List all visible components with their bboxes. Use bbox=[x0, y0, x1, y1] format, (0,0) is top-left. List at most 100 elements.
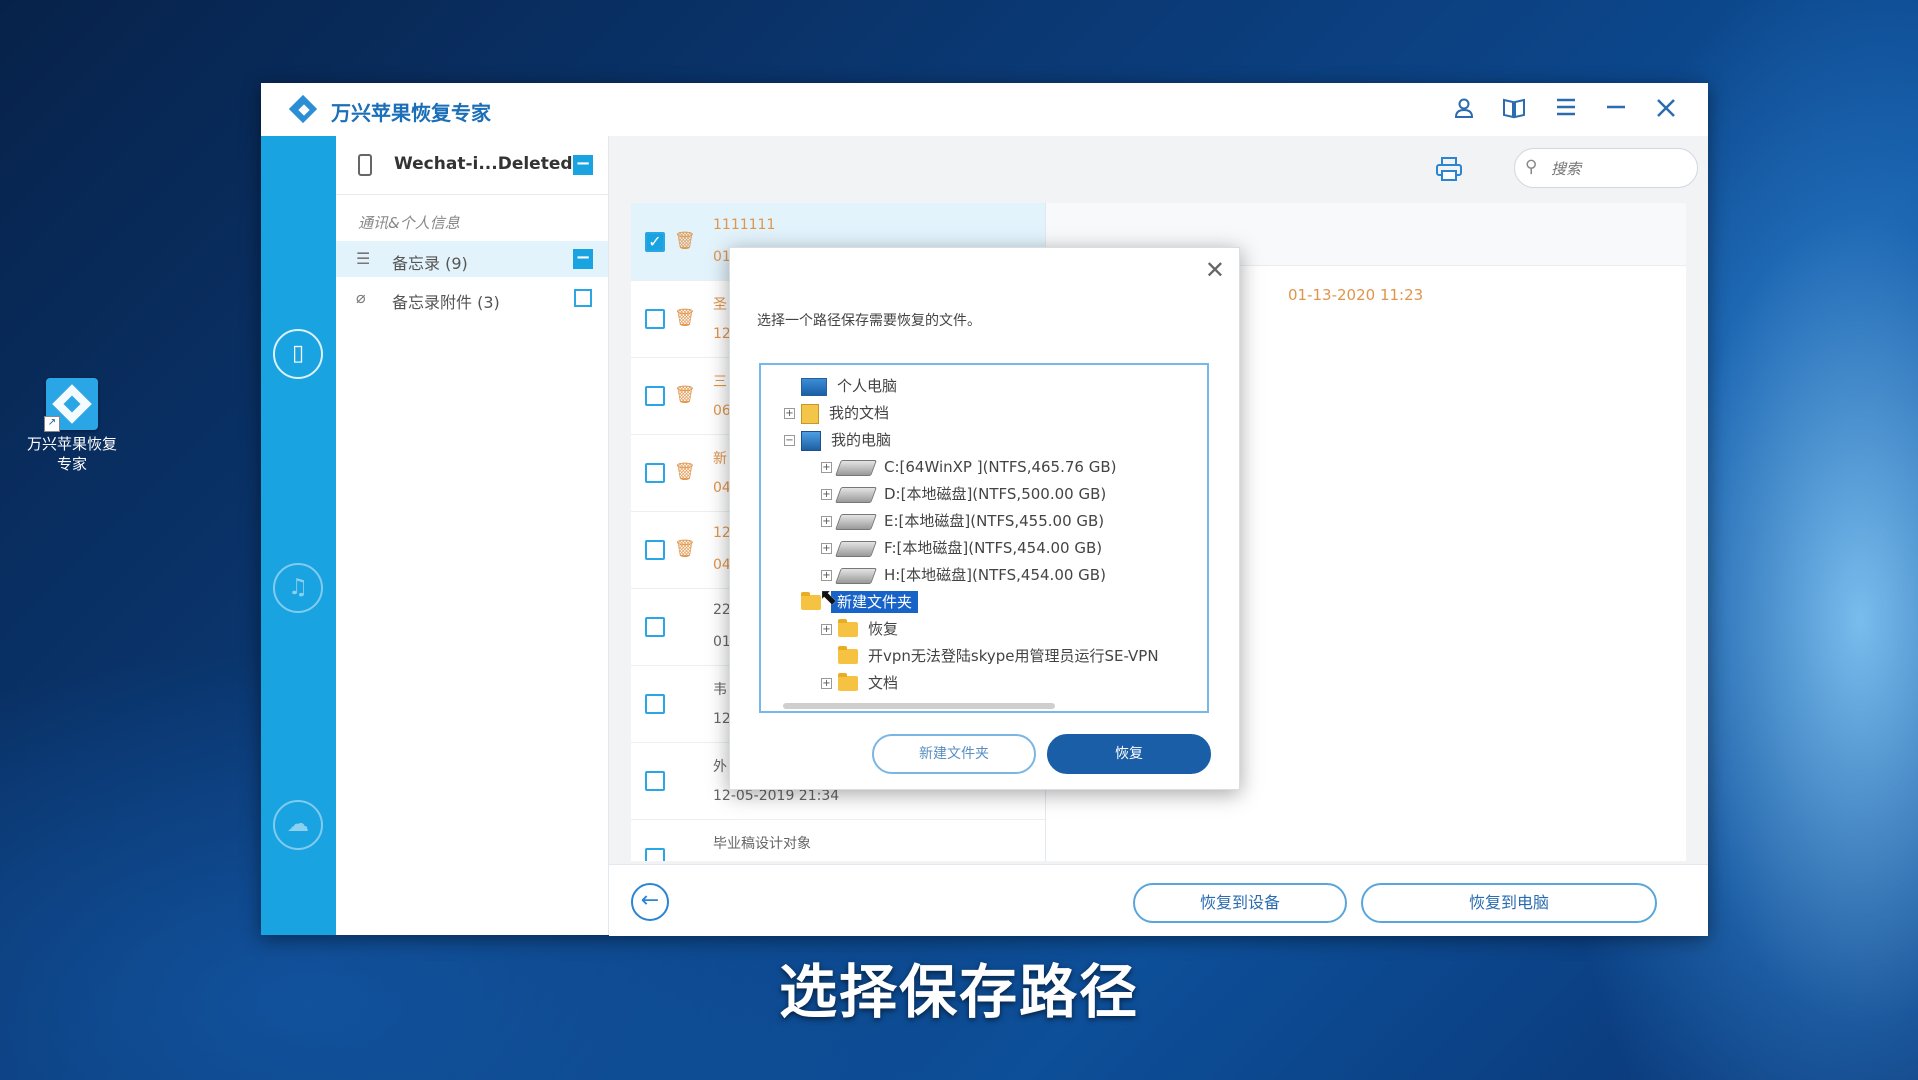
folder-tree: 个人电脑 + 我的文档 − 我的电脑 + C:[64WinXP ](NTFS,465.… bbox=[759, 363, 1209, 713]
icloud-icon[interactable]: ☁ bbox=[273, 800, 323, 850]
tree-label: E:[本地磁盘](NTFS,455.00 GB) bbox=[884, 512, 1105, 530]
folder-icon bbox=[838, 673, 858, 691]
tree-node[interactable]: + H:[本地磁盘](NTFS,454.00 GB) bbox=[821, 564, 1106, 586]
video-caption: 选择保存路径 bbox=[778, 958, 1139, 1026]
list-item[interactable]: 毕业稿设计对象 bbox=[631, 819, 1045, 861]
expand-icon[interactable]: + bbox=[821, 462, 832, 473]
tree-horizontal-scrollbar[interactable] bbox=[783, 703, 1055, 709]
expand-icon[interactable]: + bbox=[821, 516, 832, 527]
tree-label: D:[本地磁盘](NTFS,500.00 GB) bbox=[884, 485, 1107, 503]
tree-label: 新建文件夹 bbox=[831, 591, 919, 613]
bottom-action-bar: ← 恢复到设备 恢复到电脑 bbox=[609, 864, 1708, 936]
notes-icon: ☰ bbox=[356, 249, 371, 268]
item-title: 圣 bbox=[713, 297, 727, 313]
tree-label: F:[本地磁盘](NTFS,454.00 GB) bbox=[884, 539, 1103, 557]
category-item-notes[interactable]: ☰ 备忘录 (9) − bbox=[336, 241, 608, 277]
tree-label: 个人电脑 bbox=[837, 377, 898, 395]
device-recover-icon[interactable]: ▯ bbox=[273, 329, 323, 379]
item-checkbox[interactable] bbox=[645, 540, 665, 560]
expand-icon[interactable]: + bbox=[821, 570, 832, 581]
recover-button[interactable]: 恢复 bbox=[1047, 734, 1211, 774]
title-bar: 万兴苹果恢复专家 bbox=[261, 83, 1708, 137]
expand-icon[interactable]: + bbox=[821, 678, 832, 689]
search-box[interactable]: ⚲ bbox=[1514, 148, 1698, 188]
tree-node[interactable]: + F:[本地磁盘](NTFS,454.00 GB) bbox=[821, 537, 1102, 559]
item-title: 三 bbox=[713, 374, 727, 390]
tree-node[interactable]: 开vpn无法登陆skype用管理员运行SE-VPN bbox=[821, 645, 1159, 667]
device-select-all-checkbox[interactable]: − bbox=[573, 155, 593, 175]
item-title: 外 bbox=[713, 759, 727, 775]
section-label: 通讯&个人信息 bbox=[358, 214, 460, 232]
app-logo-icon bbox=[288, 94, 319, 125]
tree-node-selected[interactable]: 新建文件夹 bbox=[784, 591, 919, 613]
item-checkbox[interactable] bbox=[645, 617, 665, 637]
deleted-trash-icon: 🗑 bbox=[674, 462, 696, 482]
mode-sidebar: ▯ ♫ ☁ bbox=[261, 136, 336, 935]
close-icon[interactable] bbox=[1653, 97, 1679, 123]
user-icon[interactable] bbox=[1451, 97, 1477, 123]
expand-icon[interactable]: + bbox=[784, 408, 795, 419]
restore-to-device-button[interactable]: 恢复到设备 bbox=[1133, 883, 1347, 923]
deleted-trash-icon: 🗑 bbox=[674, 231, 696, 251]
menu-icon[interactable] bbox=[1553, 97, 1579, 123]
item-title: 毕业稿设计对象 bbox=[713, 836, 811, 852]
category-checkbox[interactable] bbox=[574, 289, 592, 307]
computer-icon bbox=[801, 377, 827, 396]
expand-icon[interactable]: + bbox=[821, 489, 832, 500]
tree-node[interactable]: + 我的文档 bbox=[784, 402, 889, 424]
item-checkbox[interactable] bbox=[645, 309, 665, 329]
note-date: 01-13-2020 11:23 bbox=[1288, 286, 1424, 304]
book-icon[interactable] bbox=[1501, 97, 1527, 123]
item-title: 1111111 bbox=[713, 217, 776, 233]
new-folder-button[interactable]: 新建文件夹 bbox=[872, 734, 1036, 774]
tree-node[interactable]: − 我的电脑 bbox=[784, 429, 891, 451]
device-name: Wechat-i...Deleted bbox=[394, 154, 573, 174]
desktop-app-shortcut[interactable]: ↗ 万兴苹果恢复专家 bbox=[22, 378, 122, 474]
desktop-icon-label: 万兴苹果恢复专家 bbox=[26, 435, 117, 473]
tree-node[interactable]: + 恢复 bbox=[821, 618, 898, 640]
tree-node[interactable]: + C:[64WinXP ](NTFS,465.76 GB) bbox=[821, 456, 1117, 478]
item-checkbox[interactable]: ✓ bbox=[645, 232, 665, 252]
category-item-note-attachments[interactable]: ⌀ 备忘录附件 (3) bbox=[336, 280, 608, 316]
search-icon: ⚲ bbox=[1525, 157, 1538, 177]
search-input[interactable] bbox=[1549, 157, 1688, 181]
tree-node[interactable]: + D:[本地磁盘](NTFS,500.00 GB) bbox=[821, 483, 1106, 505]
minimize-icon[interactable] bbox=[1603, 97, 1629, 123]
drive-icon bbox=[835, 567, 877, 584]
dialog-close-icon[interactable]: ✕ bbox=[1205, 256, 1225, 284]
tree-label: H:[本地磁盘](NTFS,454.00 GB) bbox=[884, 566, 1106, 584]
expand-icon[interactable]: + bbox=[821, 624, 832, 635]
category-checkbox[interactable]: − bbox=[573, 249, 593, 269]
item-checkbox[interactable] bbox=[645, 386, 665, 406]
item-checkbox[interactable] bbox=[645, 694, 665, 714]
shortcut-arrow-icon: ↗ bbox=[44, 416, 60, 432]
tree-label: 文档 bbox=[868, 674, 899, 692]
item-checkbox[interactable] bbox=[645, 848, 665, 861]
itunes-icon[interactable]: ♫ bbox=[273, 563, 323, 613]
expand-icon[interactable]: + bbox=[821, 543, 832, 554]
item-checkbox[interactable] bbox=[645, 463, 665, 483]
tree-label: 恢复 bbox=[868, 620, 899, 638]
app-shortcut-icon: ↗ bbox=[44, 378, 98, 432]
device-row[interactable]: Wechat-i...Deleted − bbox=[336, 136, 608, 195]
restore-to-computer-button[interactable]: 恢复到电脑 bbox=[1361, 883, 1657, 923]
tree-node[interactable]: 个人电脑 bbox=[784, 375, 897, 397]
dialog-message: 选择一个路径保存需要恢复的文件。 bbox=[757, 313, 981, 329]
drive-icon bbox=[835, 486, 877, 503]
tree-node[interactable]: + 文档 bbox=[821, 672, 898, 694]
folder-icon bbox=[801, 592, 821, 610]
back-arrow-icon[interactable]: ← bbox=[631, 883, 669, 921]
tree-label: C:[64WinXP ](NTFS,465.76 GB) bbox=[884, 458, 1117, 476]
tree-label: 我的文档 bbox=[829, 404, 890, 422]
folder-icon bbox=[838, 619, 858, 637]
drive-icon bbox=[835, 540, 877, 557]
app-title: 万兴苹果恢复专家 bbox=[331, 101, 491, 125]
item-checkbox[interactable] bbox=[645, 771, 665, 791]
tree-node[interactable]: + E:[本地磁盘](NTFS,455.00 GB) bbox=[821, 510, 1104, 532]
print-icon[interactable] bbox=[1435, 156, 1463, 182]
tree-label: 我的电脑 bbox=[831, 431, 892, 449]
paperclip-icon: ⌀ bbox=[356, 288, 366, 307]
category-label: 备忘录 (9) bbox=[392, 254, 468, 273]
collapse-icon[interactable]: − bbox=[784, 435, 795, 446]
drive-icon bbox=[835, 459, 877, 476]
